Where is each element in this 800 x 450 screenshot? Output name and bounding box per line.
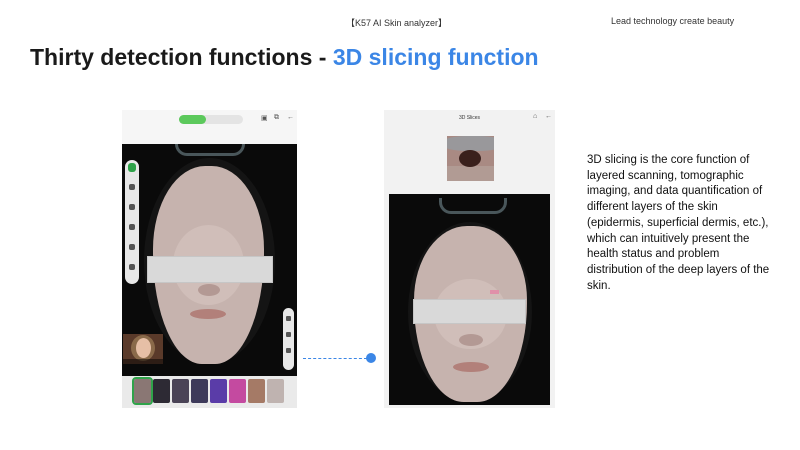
connector-dot (366, 353, 376, 363)
right-tool-bar (283, 308, 294, 370)
mode-thumbnail-strip (122, 376, 297, 408)
eye-censor-bar (413, 299, 526, 324)
page-title: Thirty detection functions - 3D slicing … (30, 44, 539, 71)
lamp (439, 198, 507, 214)
slices-screen-title: 3D Slices (458, 115, 481, 121)
sidebar-item[interactable] (129, 264, 135, 270)
sidebar-item[interactable] (129, 184, 135, 190)
tool-item[interactable] (286, 348, 291, 353)
nose (198, 284, 220, 296)
mode-thumbnail[interactable] (248, 379, 265, 403)
skin-slice-image (447, 136, 494, 181)
left-top-bar: ▣ ⧉ ← (122, 110, 297, 144)
slice-layer-bottom (447, 166, 494, 181)
detection-sidebar (125, 160, 139, 284)
title-accent: 3D slicing function (332, 44, 539, 70)
left-tablet-screen: ▣ ⧉ ← (122, 110, 297, 408)
lips (453, 362, 489, 372)
mode-thumbnail[interactable] (132, 377, 153, 405)
lips (190, 309, 226, 319)
slice-location-marker (490, 290, 499, 294)
feature-description: 3D slicing is the core function of layer… (587, 154, 770, 292)
right-tablet-screen: 3D Slices ⌂ ← (384, 110, 555, 408)
sidebar-item[interactable] (129, 244, 135, 250)
save-icon[interactable]: ▣ (261, 114, 268, 122)
nose (459, 334, 483, 346)
lamp (175, 144, 245, 156)
sidebar-item[interactable] (129, 224, 135, 230)
mode-thumbnail[interactable] (153, 379, 170, 403)
mode-thumbnail[interactable] (267, 379, 284, 403)
face-capture-slices (389, 194, 550, 405)
eye-censor-bar (147, 256, 273, 283)
mode-thumbnail[interactable] (172, 379, 189, 403)
sidebar-item[interactable] (129, 204, 135, 210)
slice-pore (459, 150, 481, 167)
back-arrow-icon[interactable]: ← (287, 114, 294, 121)
header-center: 【K57 AI Skin analyzer】 (346, 18, 448, 28)
mode-thumbnail[interactable] (210, 379, 227, 403)
slice-layer-top (447, 136, 494, 151)
home-icon[interactable]: ⌂ (533, 113, 537, 120)
tool-item[interactable] (286, 316, 291, 321)
connector-dashed-line (303, 358, 367, 359)
mode-thumbnail[interactable] (229, 379, 246, 403)
camera-thumbnail[interactable] (123, 334, 163, 364)
share-icon[interactable]: ⧉ (274, 114, 279, 122)
sidebar-item-active[interactable] (128, 163, 136, 172)
thumbnail-face (136, 338, 151, 358)
mode-toggle[interactable] (179, 115, 243, 124)
header-right: Lead technology create beauty (611, 16, 735, 26)
mode-thumbnail[interactable] (191, 379, 208, 403)
mode-toggle-active (179, 115, 206, 124)
tool-item[interactable] (286, 332, 291, 337)
back-arrow-icon[interactable]: ← (545, 113, 552, 120)
thumbnail-label-bar (123, 359, 163, 364)
title-main: Thirty detection functions - (30, 44, 333, 70)
